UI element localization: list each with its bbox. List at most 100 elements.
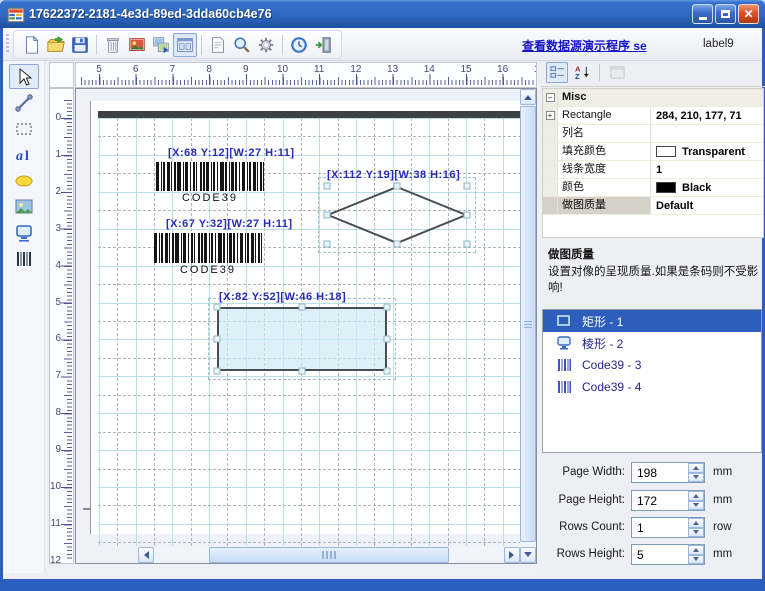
page-preview-icon[interactable] [206,33,230,57]
horizontal-scrollbar[interactable] [138,547,520,563]
selection-handle[interactable] [214,336,221,343]
unit-label: mm [713,490,732,511]
rows-count-spinner[interactable] [688,518,704,537]
selection-handle[interactable] [384,304,391,311]
horizontal-scroll-thumb[interactable] [209,547,449,563]
property-category-row[interactable]: − Misc [543,89,763,107]
rows-count-input[interactable] [631,517,705,538]
rows-height-input[interactable] [631,544,705,565]
rows-height-spinner[interactable] [688,545,704,564]
list-item-diamond-2[interactable]: 棱形 - 2 [543,332,761,354]
barcode-bars[interactable] [154,233,262,263]
scroll-down-button[interactable] [520,547,536,563]
page-height-input[interactable] [631,490,705,511]
spin-down-icon[interactable] [688,473,704,483]
rows-count-value[interactable] [632,518,686,537]
selection-handle[interactable] [214,368,221,375]
open-folder-icon[interactable] [44,33,68,57]
page-height-value[interactable] [632,491,686,510]
selection-handle[interactable] [324,212,331,219]
pointer-tool-icon[interactable] [9,64,39,89]
selection-handle[interactable] [324,183,331,190]
design-viewport[interactable]: [X:68 Y:12][W:27 H:11] CODE39 [X:67 Y:32… [75,88,537,564]
selection-handle[interactable] [464,241,471,248]
page-width-input[interactable] [631,462,705,483]
image-tool-icon[interactable] [9,194,39,219]
spin-down-icon[interactable] [688,501,704,511]
ruler-number: 8 [50,407,61,418]
selection-handle[interactable] [384,336,391,343]
clock-about-icon[interactable] [287,33,311,57]
zoom-icon[interactable] [230,33,254,57]
alphabetical-sort-icon[interactable]: AZ [571,62,593,83]
collapse-icon[interactable]: − [546,93,555,102]
save-icon[interactable] [68,33,92,57]
new-document-icon[interactable] [20,33,44,57]
list-item-rectangle-1[interactable]: 矩形 - 1 [543,310,761,332]
rectangle-tool-icon[interactable] [9,116,39,141]
property-row-rectangle[interactable]: + Rectangle 284, 210, 177, 71 [543,107,763,125]
selection-handle[interactable] [384,368,391,375]
selection-handle[interactable] [394,183,401,190]
scroll-up-button[interactable] [520,89,536,105]
diamond-shape[interactable] [327,186,467,244]
toolbar-separator [282,35,283,55]
list-item-code39-4[interactable]: Code39 - 4 [543,376,761,398]
spin-up-icon[interactable] [688,545,704,555]
rectangle-object[interactable]: [X:82 Y:52][W:46 H:18] [217,307,387,371]
ellipse-tool-icon[interactable] [9,168,39,193]
datasource-demo-link[interactable]: 查看数据源演示程序 se [522,37,647,54]
barcode-object-1[interactable]: [X:68 Y:12][W:27 H:11] CODE39 [156,162,264,204]
shape-tool-icon[interactable] [9,220,39,245]
vertical-scrollbar[interactable] [520,89,536,563]
properties-panel-icon[interactable] [173,33,197,57]
expand-icon[interactable]: + [546,111,555,120]
property-row-line-width[interactable]: 线条宽度 1 [543,161,763,179]
exit-icon[interactable] [311,33,335,57]
spin-up-icon[interactable] [688,491,704,501]
main-toolbar: 查看数据源演示程序 se label9 [3,28,762,61]
barcode-bars[interactable] [156,162,264,191]
property-row-fill-color[interactable]: 填充颜色 Transparent [543,143,763,161]
spin-down-icon[interactable] [688,555,704,565]
app-grid-icon [7,6,25,22]
selection-handle[interactable] [464,212,471,219]
spin-up-icon[interactable] [688,518,704,528]
list-item-code39-3[interactable]: Code39 - 3 [543,354,761,376]
scroll-left-button[interactable] [138,547,154,563]
text-tool-icon[interactable]: al [9,142,39,167]
selection-handle[interactable] [394,241,401,248]
minimize-button[interactable] [692,4,713,24]
page-width-spinner[interactable] [688,463,704,482]
toolbar-grip[interactable] [6,34,9,54]
page-height-spinner[interactable] [688,491,704,510]
rectangle-shape[interactable] [217,307,387,371]
copy-image-icon[interactable] [149,33,173,57]
page-width-value[interactable] [632,463,686,482]
barcode-tool-icon[interactable] [9,246,39,271]
selection-handle[interactable] [324,241,331,248]
settings-icon[interactable] [254,33,278,57]
rows-height-value[interactable] [632,545,686,564]
barcode-object-2[interactable]: [X:67 Y:32][W:27 H:11] CODE39 [154,233,262,276]
spin-down-icon[interactable] [688,528,704,538]
title-bar[interactable]: 17622372-2181-4e3d-89ed-3dda60cb4e76 ✕ [0,0,765,28]
categorized-icon[interactable] [546,62,568,83]
diamond-object[interactable]: [X:112 Y:19][W:38 H:16] [327,186,467,244]
scroll-right-button[interactable] [504,547,520,563]
property-row-color[interactable]: 颜色 Black [543,179,763,197]
vertical-scroll-thumb[interactable] [520,106,536,542]
selection-handle[interactable] [299,368,306,375]
maximize-button[interactable] [715,4,736,24]
line-tool-icon[interactable] [9,90,39,115]
image-icon[interactable] [125,33,149,57]
property-row-render-quality[interactable]: 做图质量 Default [543,197,763,215]
ruler-number: 14 [424,64,435,75]
spin-up-icon[interactable] [688,463,704,473]
selection-handle[interactable] [464,183,471,190]
delete-icon[interactable] [101,33,125,57]
property-row-column-name[interactable]: 列名 [543,125,763,143]
selection-handle[interactable] [299,304,306,311]
close-button[interactable]: ✕ [738,4,759,24]
selection-handle[interactable] [214,304,221,311]
